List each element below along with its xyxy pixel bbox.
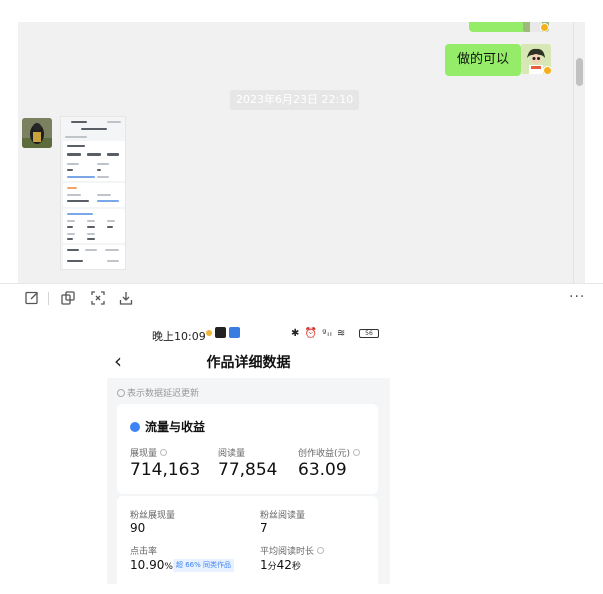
thumb-line bbox=[81, 128, 107, 130]
metric-value: 77,854 bbox=[218, 460, 278, 480]
phone-screenshot[interactable]: 晚上10:09 ✱ ⏰ ᵍᵢₗ ≋ 56 ‹ 作品详细数据 表示数据延迟更新 流… bbox=[107, 320, 390, 584]
delay-note: 表示数据延迟更新 bbox=[117, 386, 199, 399]
metric-label: 平均阅读时长 bbox=[260, 544, 325, 557]
thumb-line bbox=[107, 121, 121, 123]
chat-scrollbar[interactable] bbox=[573, 22, 585, 283]
metric-label: 展现量 bbox=[130, 446, 168, 459]
chat-scrollbar-thumb[interactable] bbox=[576, 58, 583, 86]
message-bubble-partial[interactable] bbox=[469, 22, 529, 32]
metric-label: 创作收益(元) bbox=[298, 446, 361, 459]
download-icon[interactable] bbox=[118, 290, 134, 306]
app-notification-icon bbox=[215, 327, 226, 338]
info-icon[interactable] bbox=[317, 547, 325, 554]
thumb-line bbox=[71, 121, 87, 123]
screenshot-icon[interactable] bbox=[60, 290, 76, 306]
status-signal-icons: ✱ ⏰ ᵍᵢₗ ≋ bbox=[291, 328, 347, 339]
traffic-icon bbox=[130, 422, 140, 432]
thumb-card bbox=[63, 245, 125, 269]
status-time: 晚上10:09 bbox=[152, 330, 206, 343]
phone-status-bar: 晚上10:09 ✱ ⏰ ᵍᵢₗ ≋ 56 bbox=[107, 320, 390, 348]
metric-label: 阅读量 bbox=[218, 449, 246, 459]
scan-icon[interactable] bbox=[90, 290, 106, 306]
metric-value: 714,163 bbox=[130, 460, 201, 480]
avatar-image-icon bbox=[22, 118, 52, 148]
message-bubble-self[interactable]: 做的可以 bbox=[445, 44, 528, 76]
thumb-line bbox=[65, 136, 87, 138]
phone-nav-bar: ‹ 作品详细数据 bbox=[107, 348, 390, 378]
compare-badge: 超 66% 同类作品 bbox=[173, 559, 235, 572]
metric-value: 10.90% bbox=[130, 558, 173, 572]
input-toolbar: ··· bbox=[0, 283, 603, 313]
avatar-contact[interactable] bbox=[22, 118, 52, 148]
clock-icon bbox=[117, 389, 125, 397]
info-icon[interactable] bbox=[160, 449, 168, 456]
metric-value: 7 bbox=[260, 521, 268, 535]
section-title: 流量与收益 bbox=[130, 418, 205, 435]
image-message-thumbnail[interactable] bbox=[60, 116, 126, 270]
metric-label: 点击率 bbox=[130, 547, 158, 557]
edit-icon[interactable] bbox=[24, 290, 40, 306]
thumb-card bbox=[63, 141, 125, 181]
metric-value: 1分42秒 bbox=[260, 558, 301, 572]
fans-metrics-card: 粉丝展现量 90 粉丝阅读量 7 点击率 10.90% 超 66% 同类作品 平… bbox=[117, 496, 378, 584]
more-options-button[interactable]: ··· bbox=[569, 289, 585, 305]
moon-icon bbox=[206, 330, 212, 336]
thumb-card bbox=[63, 209, 125, 243]
metric-value: 63.09 bbox=[298, 460, 347, 480]
avatar[interactable] bbox=[523, 22, 549, 32]
avatar-badge bbox=[540, 23, 549, 32]
page-title: 作品详细数据 bbox=[206, 355, 291, 371]
message-timestamp: 2023年6月23日 22:10 bbox=[230, 90, 360, 110]
chat-history: 做的可以 2023年6月23日 22:10 bbox=[18, 22, 585, 283]
thumb-card bbox=[63, 183, 125, 207]
metric-label: 粉丝展现量 bbox=[130, 511, 176, 521]
info-icon[interactable] bbox=[353, 449, 361, 456]
avatar-self[interactable] bbox=[521, 44, 551, 74]
avatar-badge bbox=[543, 66, 551, 74]
metric-label: 粉丝阅读量 bbox=[260, 511, 306, 521]
message-text: 做的可以 bbox=[457, 52, 510, 67]
toolbar-divider bbox=[48, 292, 49, 305]
metric-value: 90 bbox=[130, 521, 146, 535]
traffic-revenue-card: 流量与收益 展现量 714,163 阅读量 77,854 创作收益(元) 63.… bbox=[117, 404, 378, 494]
battery-icon: 56 bbox=[359, 329, 379, 338]
app-notification-icon bbox=[229, 327, 240, 338]
chat-window: 做的可以 2023年6月23日 22:10 ··· 晚上10:09 ✱ ⏰ ᵍᵢ… bbox=[0, 0, 603, 594]
